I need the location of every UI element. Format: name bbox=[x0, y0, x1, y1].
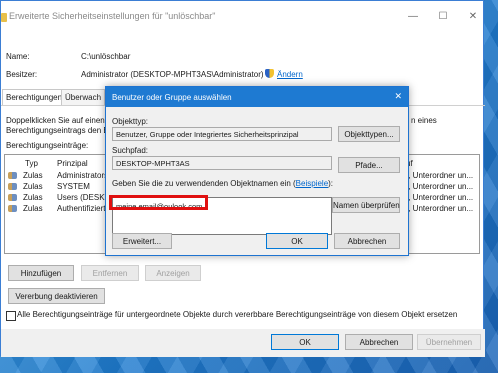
view-button[interactable]: Anzeigen bbox=[145, 265, 201, 281]
row-principal: SYSTEM bbox=[57, 182, 90, 191]
window-titlebar: Erweiterte Sicherheitseinstellungen für … bbox=[1, 1, 483, 31]
row-applies: r, Unterordner un... bbox=[406, 171, 474, 180]
dialog-ok-button[interactable]: OK bbox=[266, 233, 328, 249]
name-value: C:\unlöschbar bbox=[81, 52, 131, 61]
red-highlight-box bbox=[109, 195, 208, 210]
minimize-button[interactable]: — bbox=[401, 9, 425, 25]
cancel-button[interactable]: Abbrechen bbox=[345, 334, 413, 350]
column-principal[interactable]: Prinzipal bbox=[57, 159, 88, 168]
add-button[interactable]: Hinzufügen bbox=[8, 265, 74, 281]
disable-inheritance-button[interactable]: Vererbung deaktivieren bbox=[8, 288, 105, 304]
dialog-button-bar: OK Abbrechen Übernehmen bbox=[1, 329, 485, 357]
location-field: DESKTOP-MPHT3AS bbox=[112, 156, 332, 170]
select-user-dialog: Benutzer oder Gruppe auswählen ✕ Objektt… bbox=[105, 86, 409, 256]
remove-button[interactable]: Entfernen bbox=[81, 265, 139, 281]
description-line-1: Doppelklicken Sie auf einen E bbox=[6, 116, 113, 125]
entries-label: Berechtigungseinträge: bbox=[6, 141, 89, 150]
tab-auditing[interactable]: Überwach bbox=[61, 89, 106, 105]
row-principal: Authentifiziert bbox=[57, 204, 106, 213]
object-type-field: Benutzer, Gruppe oder Integriertes Siche… bbox=[112, 127, 332, 141]
name-label: Name: bbox=[6, 52, 30, 61]
row-applies: r, Unterordner un... bbox=[406, 204, 474, 213]
window-title: Erweiterte Sicherheitseinstellungen für … bbox=[9, 11, 216, 21]
user-group-icon bbox=[8, 194, 17, 201]
folder-icon bbox=[1, 13, 7, 22]
description-line-2: Berechtigungseintrags den Ei bbox=[6, 126, 111, 135]
close-button[interactable]: ✕ bbox=[461, 9, 485, 25]
check-names-button[interactable]: Namen überprüfen bbox=[332, 197, 400, 213]
owner-label: Besitzer: bbox=[6, 70, 38, 79]
row-type: Zulas bbox=[23, 193, 43, 202]
row-principal: Administrators bbox=[57, 171, 109, 180]
dialog-title: Benutzer oder Gruppe auswählen bbox=[112, 93, 232, 102]
description-suffix: n eines bbox=[411, 116, 437, 125]
replace-entries-label: Alle Berechtigungseinträge für untergeor… bbox=[17, 310, 458, 319]
owner-value: Administrator (DESKTOP-MPHT3AS\Administr… bbox=[81, 70, 264, 79]
dialog-cancel-button[interactable]: Abbrechen bbox=[334, 233, 400, 249]
user-group-icon bbox=[8, 172, 17, 179]
row-type: Zulas bbox=[23, 204, 43, 213]
apply-button[interactable]: Übernehmen bbox=[417, 334, 481, 350]
maximize-button[interactable]: ☐ bbox=[431, 9, 455, 25]
dialog-titlebar: Benutzer oder Gruppe auswählen ✕ bbox=[106, 87, 408, 107]
user-group-icon bbox=[8, 183, 17, 190]
object-type-label: Objekttyp: bbox=[112, 117, 149, 126]
shield-icon bbox=[265, 69, 274, 78]
dialog-close-icon[interactable]: ✕ bbox=[394, 91, 402, 102]
object-types-button[interactable]: Objekttypen... bbox=[338, 126, 400, 142]
location-label: Suchpfad: bbox=[112, 146, 149, 155]
tab-permissions[interactable]: Berechtigungen bbox=[2, 89, 67, 105]
examples-link[interactable]: Beispiele bbox=[296, 179, 328, 188]
enter-names-label: Geben Sie die zu verwendenden Objektname… bbox=[112, 179, 334, 188]
ok-button[interactable]: OK bbox=[271, 334, 339, 350]
column-type[interactable]: Typ bbox=[25, 159, 38, 168]
replace-entries-checkbox[interactable] bbox=[6, 311, 16, 321]
change-owner-link[interactable]: Ändern bbox=[277, 70, 303, 79]
row-applies: r, Unterordner un... bbox=[406, 193, 474, 202]
row-type: Zulas bbox=[23, 182, 43, 191]
paths-button[interactable]: Pfade... bbox=[338, 157, 400, 173]
row-type: Zulas bbox=[23, 171, 43, 180]
row-applies: r, Unterordner un... bbox=[406, 182, 474, 191]
user-group-icon bbox=[8, 205, 17, 212]
advanced-button[interactable]: Erweitert... bbox=[112, 233, 172, 249]
